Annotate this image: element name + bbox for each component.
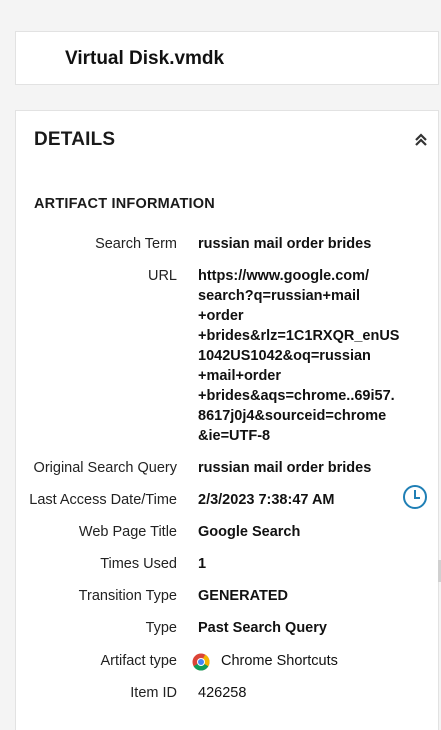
field-label: URL <box>147 268 177 284</box>
field-value: russian mail order brides <box>198 460 372 476</box>
field-value: Past Search Query <box>198 620 327 636</box>
file-title-card: Virtual Disk.vmdk <box>15 31 439 85</box>
file-title: Virtual Disk.vmdk <box>65 48 225 69</box>
details-panel: DETAILS ARTIFACT INFORMATION Search Term… <box>15 110 439 730</box>
chrome-icon <box>192 653 210 671</box>
field-label: Original Search Query <box>33 460 177 476</box>
clock-icon[interactable] <box>402 484 428 510</box>
field-value: Chrome Shortcuts <box>221 653 338 669</box>
field-label: Web Page Title <box>78 524 177 540</box>
field-value: Google Search <box>198 524 301 540</box>
field-value: 1 <box>198 556 207 572</box>
field-label: Search Term <box>95 236 177 252</box>
field-label: Transition Type <box>78 588 177 604</box>
url-value[interactable]: https://www.google.com/ search?q=russian… <box>198 266 423 446</box>
field-label: Times Used <box>100 556 177 572</box>
details-header: DETAILS <box>34 129 116 150</box>
field-value: 2/3/2023 7:38:47 AM <box>198 492 335 508</box>
field-value: 426258 <box>198 685 247 701</box>
field-label: Last Access Date/Time <box>29 492 177 508</box>
field-value: russian mail order brides <box>198 236 372 252</box>
field-label: Item ID <box>130 685 177 701</box>
field-value: GENERATED <box>198 588 288 604</box>
double-chevron-up-icon[interactable] <box>414 133 428 147</box>
field-label: Type <box>145 620 177 636</box>
artifact-information-title: ARTIFACT INFORMATION <box>34 196 215 212</box>
field-label: Artifact type <box>100 653 177 669</box>
